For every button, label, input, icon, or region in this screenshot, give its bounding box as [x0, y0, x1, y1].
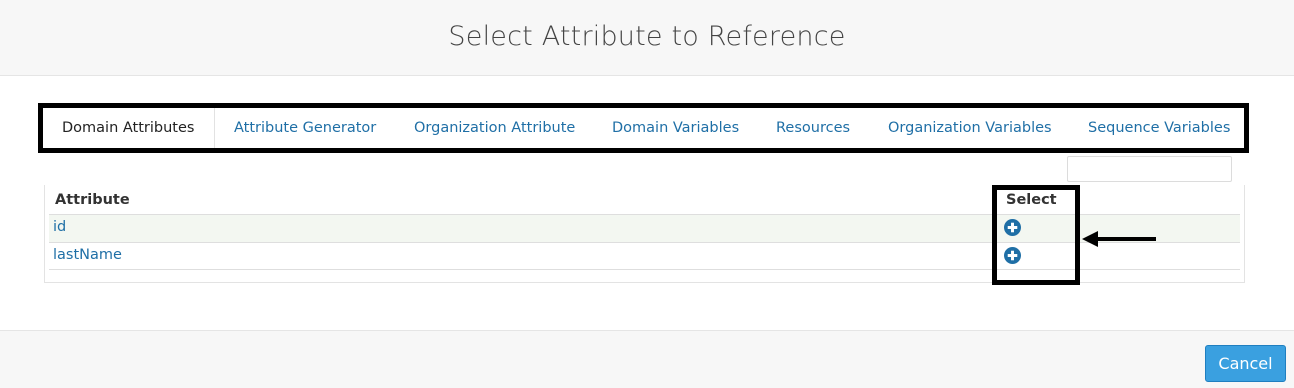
tab-organization-attribute[interactable]: Organization Attribute — [395, 108, 593, 148]
attribute-link[interactable]: id — [53, 219, 66, 235]
table-row: id — [49, 214, 1240, 242]
attributes-table: Attribute Select id lastName — [44, 185, 1245, 283]
tab-attribute-generator[interactable]: Attribute Generator — [215, 108, 395, 148]
table-row: lastName — [49, 242, 1240, 270]
filter-input[interactable] — [1067, 156, 1232, 182]
tabs-annotation-box: Domain Attributes Attribute Generator Or… — [38, 103, 1249, 153]
annotation-arrow-icon — [1082, 231, 1156, 247]
select-attribute-dialog: Select Attribute to Reference Domain Att… — [0, 0, 1294, 388]
tab-bar: Domain Attributes Attribute Generator Or… — [43, 108, 1239, 148]
tab-sequence-variables[interactable]: Sequence Variables — [1069, 108, 1239, 148]
attribute-link[interactable]: lastName — [53, 247, 122, 263]
dialog-title: Select Attribute to Reference — [448, 21, 846, 52]
tab-organization-variables[interactable]: Organization Variables — [869, 108, 1069, 148]
dialog-header: Select Attribute to Reference — [0, 0, 1294, 76]
tab-domain-variables[interactable]: Domain Variables — [593, 108, 757, 148]
plus-circle-icon[interactable] — [1004, 247, 1021, 264]
tab-resources[interactable]: Resources — [757, 108, 869, 148]
column-header-attribute: Attribute — [55, 192, 130, 208]
tab-domain-attributes[interactable]: Domain Attributes — [43, 108, 215, 148]
column-header-select: Select — [1006, 192, 1057, 208]
cancel-button[interactable]: Cancel — [1205, 345, 1286, 382]
dialog-footer: Cancel — [0, 330, 1294, 388]
plus-circle-icon[interactable] — [1004, 219, 1021, 236]
